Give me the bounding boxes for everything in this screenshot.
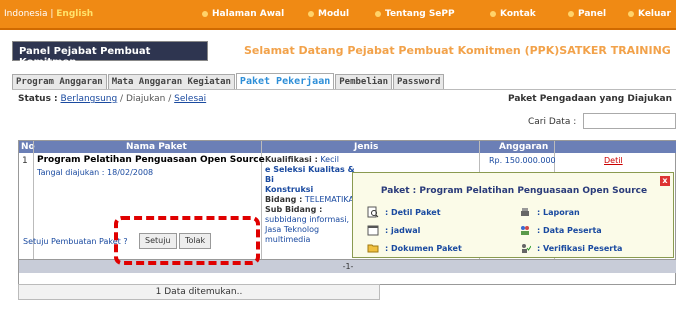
status-sep: / [117,94,126,104]
report-icon [521,208,529,216]
popup-dokumen-paket[interactable]: : Dokumen Paket [385,244,462,253]
nav-kontak[interactable]: Kontak [490,9,536,19]
nav-keluar[interactable]: Keluar [628,9,671,19]
popup-detil-paket[interactable]: : Detil Paket [385,208,441,217]
verify-user-icon [522,244,531,253]
language-switcher: Indonesia | English [4,9,93,19]
tab-mata-anggaran[interactable]: Mata Anggaran Kegiatan [107,74,235,90]
tab-program-anggaran[interactable]: Program Anggaran [12,74,107,90]
tab-bar: Program Anggaran Mata Anggaran Kegiatan Pa… [12,73,445,90]
status-diajukan: Diajukan [125,94,166,104]
result-count: 1 Data ditemukan.. [18,284,380,300]
popup-data-peserta[interactable]: : Data Peserta [537,226,602,235]
setuju-question: Setuju Pembuatan Paket ? [23,237,128,246]
close-icon[interactable]: x [660,176,670,186]
paket-jenis: Kualifikasi : Kecil e Seleksi Kualitas &… [265,155,357,245]
tab-divider [12,89,676,90]
seleksi-value: e Seleksi Kualitas & Bi [265,165,355,184]
row-number: 1 [22,156,28,166]
status-label: Status : [18,94,58,104]
detil-link[interactable]: Detil [604,156,623,165]
lang-indonesia-link[interactable]: Indonesia | [4,9,56,19]
search-label: Cari Data : [528,117,577,127]
folder-icon [367,244,379,253]
bidang-value: TELEMATIKA [304,195,354,204]
people-icon [521,226,529,235]
paket-popup: x Paket : Program Pelatihan Penguasaan O… [352,172,674,258]
th-nama-paket: Nama Paket [126,142,187,152]
nav-halaman-awal[interactable]: Halaman Awal [202,9,284,19]
nav-tentang[interactable]: Tentang SePP [375,9,455,19]
nav-modul[interactable]: Modul [308,9,349,19]
kualifikasi-label: Kualifikasi : [265,155,318,164]
annotation-highlight [114,216,260,265]
search-input[interactable] [583,113,676,129]
calendar-icon [367,225,379,236]
konstruksi-value: Konstruksi [265,185,314,194]
nav-panel[interactable]: Panel [568,9,606,19]
lang-english-link[interactable]: English [56,9,93,19]
popup-laporan[interactable]: : Laporan [537,208,580,217]
popup-verifikasi-peserta[interactable]: : Verifikasi Peserta [537,244,622,253]
top-navbar: Indonesia | English Halaman Awal Modul T… [0,0,676,30]
status-selesai-link[interactable]: Selesai [174,94,206,104]
popup-jadwal[interactable]: : jadwal [385,226,420,235]
subbidang-value: subbidang informasi, Jasa Teknolog multi… [265,215,350,244]
paket-date: Tangal diajukan : 18/02/2008 [37,168,154,177]
magnifier-icon [367,206,379,218]
th-anggaran: Anggaran [499,142,549,152]
th-jenis: Jenis [354,142,379,152]
welcome-banner: Selamat Datang Pejabat Pembuat Komitmen … [244,44,671,57]
tab-pembelian[interactable]: Pembelian [335,74,393,90]
kualifikasi-value: Kecil [320,155,339,164]
tab-paket-pekerjaan[interactable]: Paket Pekerjaan [235,73,335,90]
status-berlangsung-link[interactable]: Berlangsung [61,94,118,104]
subbidang-label: Sub Bidang : [265,205,323,214]
status-sep: / [165,94,175,104]
paket-name: Program Pelatihan Penguasaan Open Source [37,155,265,165]
section-title: Paket Pengadaan yang Diajukan [508,94,672,104]
status-filter: Status : Berlangsung / Diajukan / Selesa… [18,94,206,104]
table-header: No Nama Paket Jenis Anggaran [19,141,676,153]
bidang-label: Bidang : [265,195,303,204]
popup-title: Paket : Program Pelatihan Penguasaan Ope… [380,186,648,196]
anggaran-value: Rp. 150.000.000 [489,156,556,165]
tab-password[interactable]: Password [393,74,445,90]
panel-title: Panel Pejabat Pembuat Komitmen [12,41,208,68]
